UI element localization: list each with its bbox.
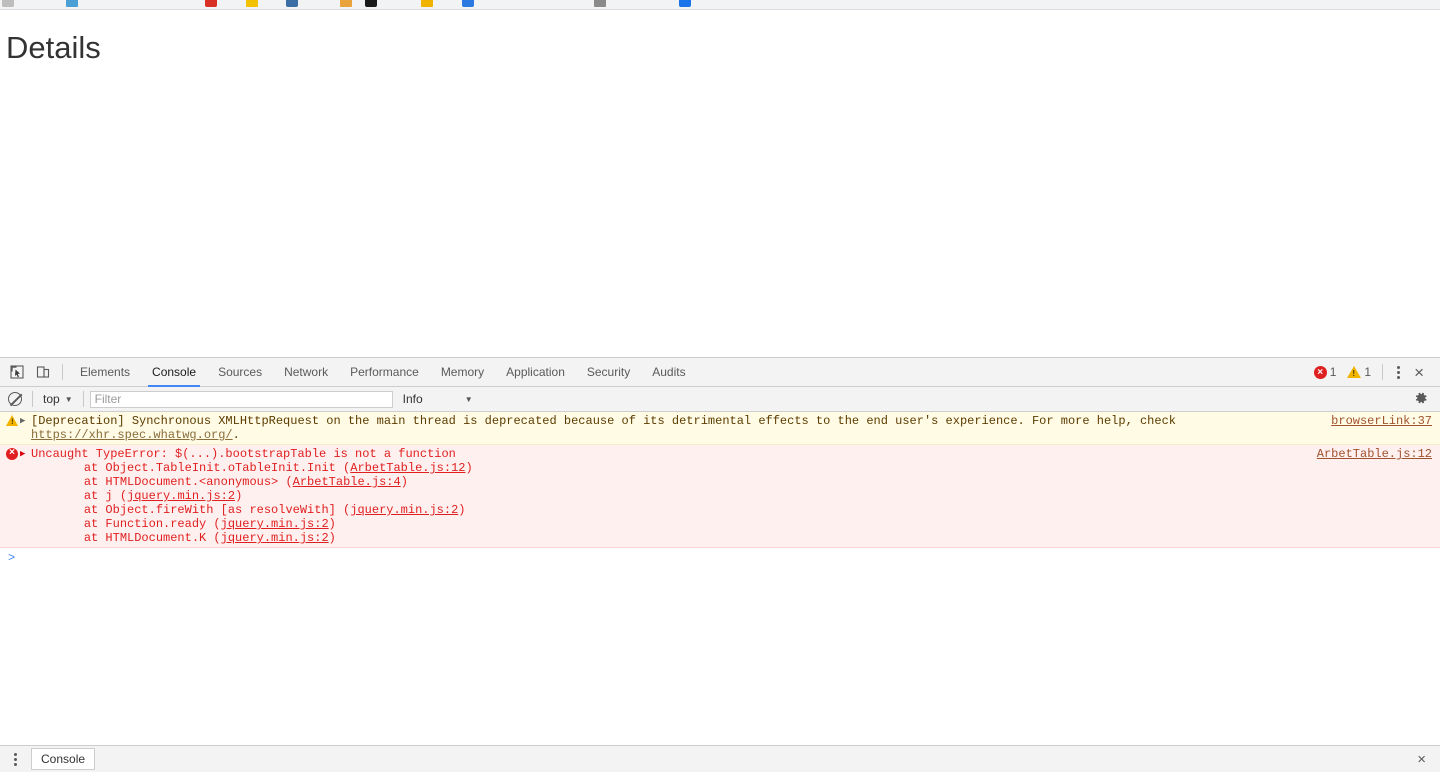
warning-count-badge[interactable]: 1 (1347, 365, 1371, 379)
error-stack-trace: at Object.TableInit.oTableInit.Init (Arb… (31, 461, 1290, 545)
filterbar-divider-2 (82, 391, 84, 407)
prompt-chevron-icon: > (8, 551, 16, 565)
device-toolbar-icon[interactable] (30, 359, 56, 385)
bookmark-favicon-6[interactable] (340, 0, 352, 7)
stack-frame: at Object.fireWith [as resolveWith] (jqu… (55, 503, 466, 517)
console-error-message: × ▶ Uncaught TypeError: $(...).bootstrapTa… (0, 445, 1440, 548)
bookmark-favicon-10[interactable] (594, 0, 606, 7)
stack-frame-link[interactable]: jquery.min.js:2 (221, 531, 329, 545)
devtools-drawer: Console × (0, 745, 1440, 772)
console-filter-toolbar: top ▼ Info ▼ (0, 387, 1440, 412)
error-icon: × (1313, 365, 1327, 379)
tab-security[interactable]: Security (576, 358, 641, 387)
bookmark-favicon-4[interactable] (246, 0, 258, 7)
bookmark-favicon-2[interactable] (66, 0, 78, 7)
deprecation-spec-link[interactable]: https://xhr.spec.whatwg.org/ (31, 428, 233, 442)
warning-icon (1347, 366, 1362, 378)
clear-console-icon[interactable] (8, 392, 22, 406)
tab-sources[interactable]: Sources (207, 358, 273, 387)
browser-window: Details Elements Console Sources Network… (0, 0, 1440, 772)
filterbar-divider-1 (32, 391, 33, 407)
close-icon[interactable]: × (1408, 364, 1430, 381)
expand-triangle-icon[interactable]: ▶ (20, 414, 31, 426)
devtools-panel: Elements Console Sources Network Performance… (0, 357, 1440, 745)
bookmark-favicon-7[interactable] (365, 0, 377, 7)
page-title: Details (6, 30, 101, 65)
chevron-down-icon: ▼ (464, 394, 473, 404)
tab-audits[interactable]: Audits (641, 358, 696, 387)
tab-performance[interactable]: Performance (339, 358, 430, 387)
console-warning-message: ▶[Deprecation] Synchronous XMLHttpReques… (0, 412, 1440, 445)
stack-frame: at HTMLDocument.K (jquery.min.js:2) (55, 531, 336, 545)
devtools-tabs: Elements Console Sources Network Performance… (69, 358, 697, 387)
stack-frame-link[interactable]: ArbetTable.js:12 (350, 461, 465, 475)
console-messages: ▶[Deprecation] Synchronous XMLHttpReques… (0, 412, 1440, 548)
stack-frame-link[interactable]: jquery.min.js:2 (221, 517, 329, 531)
bookmark-favicon-8[interactable] (421, 0, 433, 7)
stack-frame-link[interactable]: jquery.min.js:2 (350, 503, 458, 517)
log-level-label: Info (402, 392, 423, 406)
kebab-menu-icon[interactable] (6, 752, 25, 766)
error-count: 1 (1329, 365, 1337, 379)
execution-context-label: top (43, 392, 60, 406)
bookmark-favicon-3[interactable] (205, 0, 217, 7)
gear-icon[interactable] (1414, 391, 1428, 408)
kebab-menu-icon[interactable] (1389, 365, 1408, 379)
devtools-tabbar: Elements Console Sources Network Performance… (0, 358, 1440, 387)
tab-memory[interactable]: Memory (430, 358, 495, 387)
tab-application[interactable]: Application (495, 358, 576, 387)
error-count-badge[interactable]: × 1 (1313, 365, 1337, 379)
warning-count: 1 (1364, 365, 1372, 379)
stack-frame: at Object.TableInit.oTableInit.Init (Arb… (55, 461, 473, 475)
console-message-text: Uncaught TypeError: $(...).bootstrapTabl… (31, 447, 1440, 545)
bookmark-favicon-5[interactable] (286, 0, 298, 7)
toolbar-divider-2 (1382, 364, 1384, 380)
drawer-tab-console[interactable]: Console (31, 748, 96, 770)
bookmark-favicon-11[interactable] (679, 0, 691, 7)
error-icon: × (6, 448, 18, 460)
console-message-text: [Deprecation] Synchronous XMLHttpRequest… (31, 414, 1184, 442)
message-source-link[interactable]: browserLink:37 (1331, 414, 1432, 428)
bookmark-favicon-1[interactable] (2, 0, 14, 7)
bookmark-favicon-9[interactable] (462, 0, 474, 7)
inspect-element-icon[interactable] (4, 359, 30, 385)
devtools-tabbar-right: × 1 1 × (1313, 364, 1436, 381)
filter-input[interactable] (89, 390, 393, 408)
stack-frame-link[interactable]: ArbetTable.js:4 (293, 475, 401, 489)
chevron-down-icon: ▼ (64, 394, 73, 404)
tab-console[interactable]: Console (141, 358, 207, 387)
message-source-link[interactable]: ArbetTable.js:12 (1317, 447, 1432, 461)
close-icon[interactable]: × (1417, 751, 1434, 768)
stack-frame-link[interactable]: jquery.min.js:2 (127, 489, 235, 503)
tab-elements[interactable]: Elements (69, 358, 141, 387)
stack-frame: at j (jquery.min.js:2) (55, 489, 243, 503)
expand-triangle-icon[interactable]: ▶ (20, 447, 31, 459)
console-prompt-row[interactable]: > (0, 548, 1440, 568)
warning-icon (6, 415, 18, 427)
stack-frame: at HTMLDocument.<anonymous> (ArbetTable.… (55, 475, 408, 489)
tab-network[interactable]: Network (273, 358, 339, 387)
bookmarks-bar[interactable] (0, 0, 1440, 10)
stack-frame: at Function.ready (jquery.min.js:2) (55, 517, 336, 531)
page-content: Details (0, 11, 1440, 353)
log-level-select[interactable]: Info ▼ (403, 392, 473, 406)
toolbar-divider (62, 364, 63, 380)
execution-context-select[interactable]: top ▼ (39, 392, 77, 406)
